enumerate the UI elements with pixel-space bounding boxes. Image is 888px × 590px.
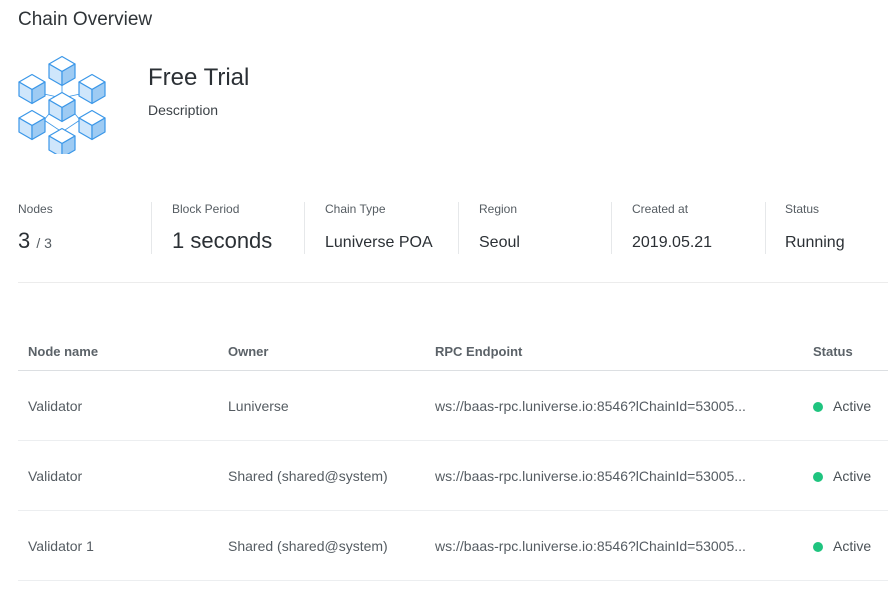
node-name-cell: Validator: [28, 398, 83, 414]
owner-cell: Luniverse: [228, 398, 289, 414]
stat-region-value: Seoul: [479, 234, 520, 251]
active-status-dot-icon: [813, 402, 823, 412]
stat-nodes-current: 3: [18, 228, 31, 253]
stat-chain-type: Chain Type Luniverse POA: [325, 202, 433, 258]
chain-description: Description: [148, 102, 219, 118]
status-cell: Active: [833, 538, 872, 554]
table-row[interactable]: Validator 1 Shared (shared@system) ws://…: [18, 511, 888, 581]
status-cell: Active: [833, 468, 872, 484]
stat-separator: [765, 202, 766, 254]
column-header-node-name[interactable]: Node name: [28, 344, 98, 359]
stat-nodes-total: / 3: [36, 235, 52, 251]
stat-created-at-label: Created at: [632, 202, 689, 216]
stat-block-period: Block Period 1 seconds: [172, 202, 272, 258]
section-divider: [18, 282, 888, 283]
column-header-rpc-endpoint[interactable]: RPC Endpoint: [435, 344, 522, 359]
active-status-dot-icon: [813, 472, 823, 482]
owner-cell: Shared (shared@system): [228, 538, 388, 554]
active-status-dot-icon: [813, 542, 823, 552]
rpc-endpoint-cell[interactable]: ws://baas-rpc.luniverse.io:8546?lChainId…: [435, 398, 751, 414]
stat-chain-type-label: Chain Type: [325, 202, 386, 216]
page-title: Chain Overview: [18, 9, 153, 30]
table-row[interactable]: Validator Luniverse ws://baas-rpc.lunive…: [18, 371, 888, 441]
stat-separator: [611, 202, 612, 254]
table-row[interactable]: Validator Shared (shared@system) ws://ba…: [18, 441, 888, 511]
stat-nodes: Nodes 3 / 3: [18, 202, 53, 258]
stat-status-label: Status: [785, 202, 820, 216]
chain-name: Free Trial: [148, 64, 250, 91]
status-cell: Active: [833, 398, 872, 414]
rpc-endpoint-cell[interactable]: ws://baas-rpc.luniverse.io:8546?lChainId…: [435, 468, 751, 484]
stat-separator: [304, 202, 305, 254]
blockchain-cubes-icon: [18, 55, 106, 154]
owner-cell: Shared (shared@system): [228, 468, 388, 484]
stat-created-at: Created at 2019.05.21: [632, 202, 712, 258]
stat-separator: [458, 202, 459, 254]
column-header-status[interactable]: Status: [813, 344, 853, 359]
chain-stats: Nodes 3 / 3 Block Period 1 seconds Chain…: [18, 202, 886, 258]
stat-nodes-value: 3 / 3: [18, 228, 52, 254]
stat-separator: [151, 202, 152, 254]
node-name-cell: Validator: [28, 468, 83, 484]
nodes-table: Node name Owner RPC Endpoint Status Vali…: [18, 334, 888, 581]
column-header-owner[interactable]: Owner: [228, 344, 268, 359]
stat-created-at-value: 2019.05.21: [632, 234, 713, 251]
stat-block-period-label: Block Period: [172, 202, 240, 216]
node-name-cell: Validator 1: [28, 538, 94, 554]
stat-block-period-value: 1 seconds: [172, 228, 273, 253]
table-header: Node name Owner RPC Endpoint Status: [18, 334, 888, 371]
stat-status: Status Running: [785, 202, 845, 258]
rpc-endpoint-cell[interactable]: ws://baas-rpc.luniverse.io:8546?lChainId…: [435, 538, 751, 554]
stat-region-label: Region: [479, 202, 518, 216]
stat-region: Region Seoul: [479, 202, 520, 258]
stat-chain-type-value: Luniverse POA: [325, 234, 433, 251]
stat-nodes-label: Nodes: [18, 202, 53, 216]
stat-status-value: Running: [785, 234, 845, 251]
